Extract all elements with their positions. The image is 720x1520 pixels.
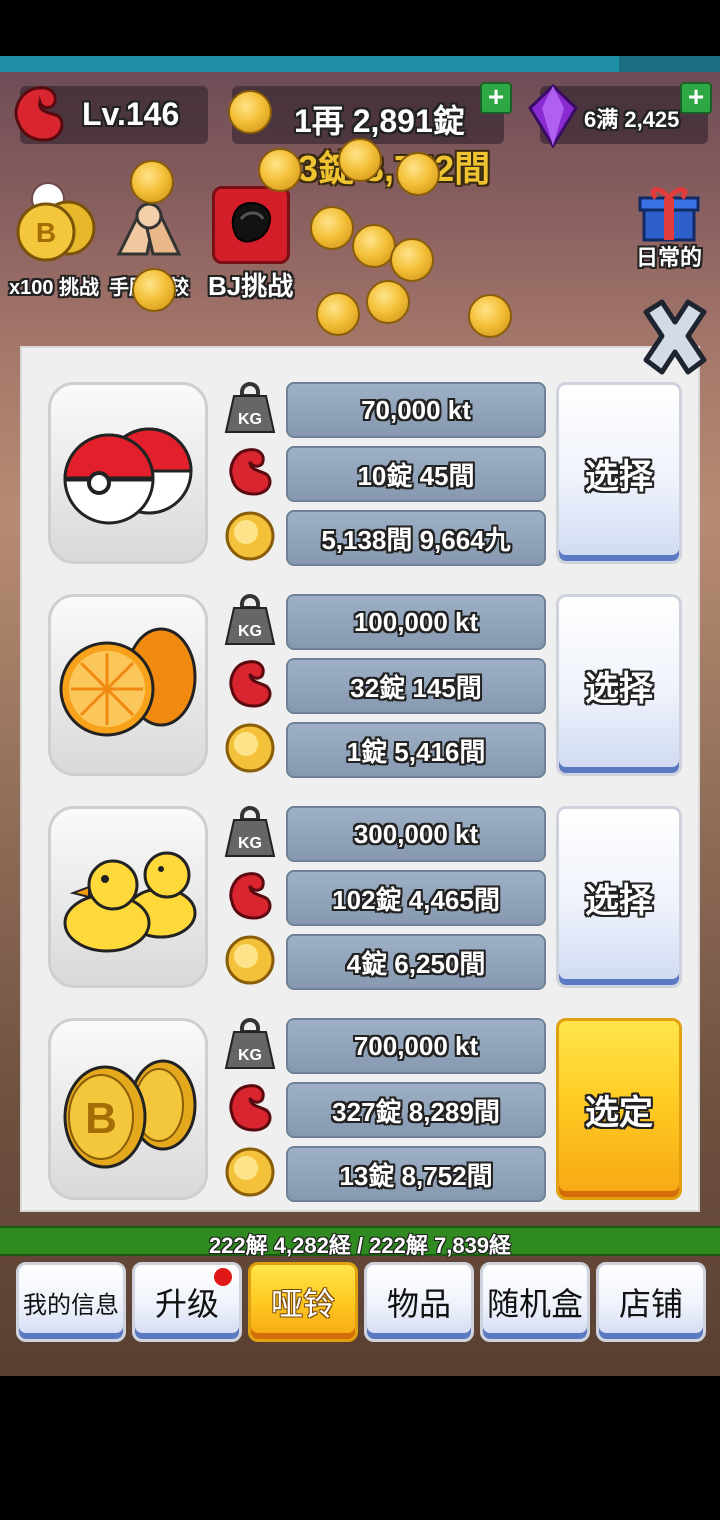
svg-text:KG: KG xyxy=(238,623,262,640)
cost-value: 4錠 6,250間 xyxy=(286,934,546,990)
weight-kg-icon: KG xyxy=(224,806,276,857)
weight-value: 700,000 kt xyxy=(286,1018,546,1074)
weight-kg-icon: KG xyxy=(224,1018,276,1069)
muscle-icon xyxy=(229,660,272,708)
nav-items[interactable]: 物品 xyxy=(364,1262,474,1342)
svg-text:KG: KG xyxy=(238,835,262,852)
dumbbell-item-bitcoin: B KG 700,000 kt 327錠 8,289間 13錠 8,752間 选… xyxy=(48,1018,688,1208)
gem-amount: 6满 2,425 xyxy=(584,107,680,132)
nav-shop[interactable]: 店铺 xyxy=(596,1262,706,1342)
glove-icon xyxy=(231,201,271,243)
flying-coin xyxy=(258,148,302,192)
dumbbell-item-pokeball: KG 70,000 kt 10錠 45間 5,138間 9,664九 选择 xyxy=(48,382,688,572)
select-button[interactable]: 选择 xyxy=(556,382,682,564)
close-icon[interactable] xyxy=(638,296,712,378)
power-value: 327錠 8,289間 xyxy=(286,1082,546,1138)
bj-challenge-label: BJ挑战 xyxy=(208,271,294,301)
top-progress-bar xyxy=(0,56,720,72)
gold-amount: 1再 2,891錠 xyxy=(294,103,465,139)
coin-icon xyxy=(225,1147,275,1197)
game-screen: Lv.146 1再 2,891錠 3錠 3,752間 + 6满 2,425 + … xyxy=(0,56,720,1376)
svg-text:B: B xyxy=(36,217,56,248)
level-text: Lv.146 xyxy=(82,96,180,132)
weight-value: 100,000 kt xyxy=(286,594,546,650)
svg-text:KG: KG xyxy=(238,1047,262,1064)
svg-text:B: B xyxy=(85,1094,117,1143)
flying-coin xyxy=(468,294,512,338)
bitcoin-dumbbell-image: B xyxy=(48,1018,208,1200)
orange-dumbbell-image xyxy=(48,594,208,776)
weight-value: 70,000 kt xyxy=(286,382,546,438)
flying-coin xyxy=(390,238,434,282)
add-gold-button[interactable]: + xyxy=(480,82,512,114)
bj-challenge-button[interactable] xyxy=(212,186,290,264)
weight-value: 300,000 kt xyxy=(286,806,546,862)
duck-dumbbell-image xyxy=(48,806,208,988)
daily-label[interactable]: 日常的 xyxy=(636,240,702,272)
arm-wrestle-icon xyxy=(116,202,182,256)
add-gem-button[interactable]: + xyxy=(680,82,712,114)
dumbbell-panel: KG 70,000 kt 10錠 45間 5,138間 9,664九 选择 KG… xyxy=(20,346,700,1212)
select-button[interactable]: 选择 xyxy=(556,806,682,988)
power-value: 102錠 4,465間 xyxy=(286,870,546,926)
muscle-icon xyxy=(229,448,272,496)
select-button[interactable]: 选择 xyxy=(556,594,682,776)
dumbbell-item-duck: KG 300,000 kt 102錠 4,465間 4錠 6,250間 选择 xyxy=(48,806,688,996)
x100-challenge-button[interactable]: B x100 挑战 xyxy=(8,196,100,300)
cost-value: 1錠 5,416間 xyxy=(286,722,546,778)
cost-value: 5,138間 9,664九 xyxy=(286,510,546,566)
flying-coin xyxy=(132,268,176,312)
muscle-icon xyxy=(229,872,272,920)
coin-stack-icon: B xyxy=(16,200,96,262)
gold-gain-text: 3錠 3,752間 xyxy=(298,148,491,189)
coin-icon xyxy=(225,723,275,773)
nav-dumbbell[interactable]: 哑铃 xyxy=(248,1262,358,1342)
power-value: 32錠 145間 xyxy=(286,658,546,714)
dumbbell-item-orange: KG 100,000 kt 32錠 145間 1錠 5,416間 选择 xyxy=(48,594,688,784)
muscle-icon xyxy=(229,1084,272,1132)
flying-coin xyxy=(338,138,382,182)
coin-icon xyxy=(225,511,275,561)
flying-coin xyxy=(228,90,272,134)
notification-badge xyxy=(212,1266,234,1288)
coin-icon xyxy=(225,935,275,985)
cost-value: 13錠 8,752間 xyxy=(286,1146,546,1202)
svg-text:KG: KG xyxy=(238,411,262,428)
weight-kg-icon: KG xyxy=(224,382,276,433)
gem-icon xyxy=(528,84,578,148)
gift-icon[interactable] xyxy=(638,182,700,244)
flying-coin xyxy=(130,160,174,204)
power-value: 10錠 45間 xyxy=(286,446,546,502)
selected-button[interactable]: 选定 xyxy=(556,1018,682,1200)
experience-text: 222解 4,282経 / 222解 7,839経 xyxy=(208,1233,512,1258)
flying-coin xyxy=(366,280,410,324)
nav-my-info[interactable]: 我的信息 xyxy=(16,1262,126,1342)
pokeball-dumbbell-image xyxy=(48,382,208,564)
muscle-icon xyxy=(14,86,64,142)
nav-random-box[interactable]: 随机盒 xyxy=(480,1262,590,1342)
flying-coin xyxy=(396,152,440,196)
flying-coin xyxy=(316,292,360,336)
weight-kg-icon: KG xyxy=(224,594,276,645)
flying-coin xyxy=(310,206,354,250)
